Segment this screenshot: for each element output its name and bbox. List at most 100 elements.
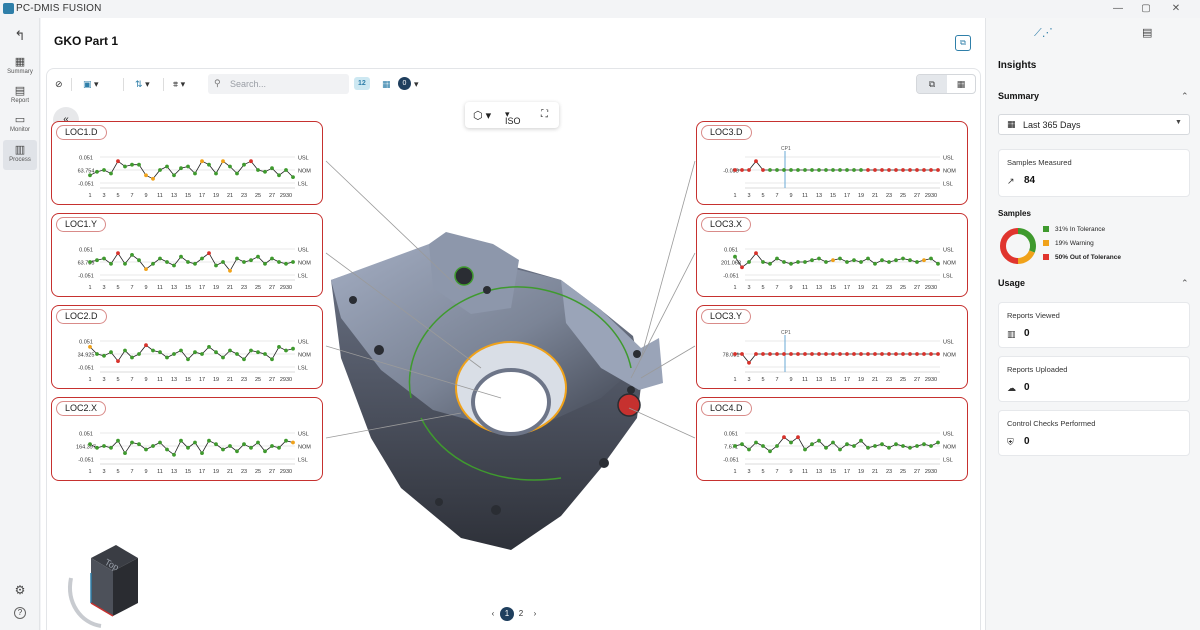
- data-point[interactable]: [747, 168, 751, 172]
- data-point[interactable]: [263, 169, 267, 174]
- data-point[interactable]: [116, 159, 120, 164]
- data-point[interactable]: [172, 263, 176, 268]
- data-point[interactable]: [291, 260, 295, 264]
- data-point[interactable]: [761, 444, 765, 448]
- data-point[interactable]: [789, 261, 793, 266]
- data-point[interactable]: [186, 357, 190, 362]
- data-point[interactable]: [880, 352, 884, 356]
- data-point[interactable]: [284, 168, 288, 172]
- page-1-button[interactable]: 1: [500, 607, 514, 621]
- data-point[interactable]: [193, 440, 197, 445]
- data-point[interactable]: [172, 452, 176, 457]
- data-point[interactable]: [761, 352, 765, 356]
- data-point[interactable]: [733, 254, 737, 259]
- data-point[interactable]: [130, 355, 134, 360]
- data-point[interactable]: [158, 168, 162, 172]
- nav-item-report[interactable]: ▤ Report: [3, 83, 37, 111]
- data-point[interactable]: [845, 260, 849, 264]
- data-point[interactable]: [235, 449, 239, 454]
- data-point[interactable]: [116, 438, 120, 443]
- data-point[interactable]: [88, 260, 92, 264]
- data-point[interactable]: [179, 166, 183, 171]
- data-point[interactable]: [207, 251, 211, 256]
- data-point[interactable]: [151, 348, 155, 353]
- data-point[interactable]: [137, 352, 141, 356]
- data-point[interactable]: [186, 445, 190, 450]
- data-point[interactable]: [200, 159, 204, 164]
- data-point[interactable]: [193, 261, 197, 266]
- data-point[interactable]: [733, 444, 737, 448]
- data-point[interactable]: [768, 352, 772, 356]
- data-point[interactable]: [123, 348, 127, 353]
- data-point[interactable]: [249, 159, 253, 164]
- data-point[interactable]: [137, 442, 141, 447]
- data-point[interactable]: [193, 171, 197, 176]
- data-point[interactable]: [109, 261, 113, 266]
- data-point[interactable]: [256, 350, 260, 355]
- data-point[interactable]: [838, 256, 842, 261]
- data-point[interactable]: [137, 162, 141, 167]
- data-point[interactable]: [284, 438, 288, 443]
- chart-card-loc1-d[interactable]: LOC1.D 0.051 USL 63.754 NOM -0.051 LSL 1 3 5 7 9 11 1…: [51, 121, 323, 205]
- data-point[interactable]: [116, 359, 120, 363]
- data-point[interactable]: [256, 168, 260, 172]
- data-point[interactable]: [873, 444, 877, 448]
- data-point[interactable]: [796, 352, 800, 356]
- data-point[interactable]: [789, 168, 793, 172]
- chart-card-loc1-y[interactable]: LOC1.Y 0.051 USL 63.735 NOM -0.051 LSL 1 3 5 7 9 11 1…: [51, 213, 323, 297]
- data-point[interactable]: [137, 258, 141, 263]
- data-point[interactable]: [894, 258, 898, 263]
- data-point[interactable]: [740, 442, 744, 447]
- data-point[interactable]: [852, 444, 856, 448]
- data-point[interactable]: [824, 352, 828, 356]
- data-point[interactable]: [838, 447, 842, 452]
- data-point[interactable]: [151, 261, 155, 266]
- data-point[interactable]: [859, 352, 863, 356]
- data-point[interactable]: [291, 346, 295, 351]
- data-point[interactable]: [88, 442, 92, 447]
- data-point[interactable]: [165, 164, 169, 169]
- data-point[interactable]: [803, 447, 807, 452]
- data-point[interactable]: [747, 360, 751, 365]
- data-point[interactable]: [102, 256, 106, 261]
- data-point[interactable]: [922, 258, 926, 263]
- data-point[interactable]: [887, 352, 891, 356]
- data-point[interactable]: [95, 352, 99, 356]
- data-point[interactable]: [249, 348, 253, 353]
- next-page-button[interactable]: ›: [528, 607, 542, 621]
- data-point[interactable]: [929, 168, 933, 172]
- data-point[interactable]: [109, 445, 113, 450]
- restore-button[interactable]: ▢: [1136, 2, 1156, 16]
- data-point[interactable]: [102, 168, 106, 172]
- data-point[interactable]: [747, 260, 751, 264]
- data-point[interactable]: [95, 169, 99, 174]
- data-point[interactable]: [277, 173, 281, 178]
- data-point[interactable]: [824, 260, 828, 264]
- data-point[interactable]: [179, 348, 183, 353]
- page-2-button[interactable]: 2: [514, 607, 528, 621]
- data-point[interactable]: [186, 164, 190, 169]
- data-point[interactable]: [810, 442, 814, 447]
- data-point[interactable]: [901, 444, 905, 448]
- data-point[interactable]: [901, 352, 905, 356]
- data-point[interactable]: [831, 440, 835, 445]
- back-button[interactable]: ↰: [3, 28, 37, 48]
- data-point[interactable]: [158, 350, 162, 355]
- data-point[interactable]: [852, 168, 856, 172]
- help-button[interactable]: ?: [3, 605, 37, 623]
- data-point[interactable]: [179, 438, 183, 443]
- data-point[interactable]: [789, 440, 793, 445]
- data-point[interactable]: [817, 352, 821, 356]
- data-point[interactable]: [782, 435, 786, 440]
- data-point[interactable]: [775, 352, 779, 356]
- comments-tab[interactable]: ▤: [1142, 26, 1152, 39]
- data-point[interactable]: [740, 352, 744, 356]
- data-point[interactable]: [95, 258, 99, 263]
- data-point[interactable]: [915, 352, 919, 356]
- nav-item-process[interactable]: ▥ Process: [3, 140, 37, 170]
- data-point[interactable]: [775, 256, 779, 261]
- data-point[interactable]: [782, 352, 786, 356]
- data-point[interactable]: [109, 171, 113, 176]
- data-point[interactable]: [242, 442, 246, 447]
- data-point[interactable]: [901, 256, 905, 261]
